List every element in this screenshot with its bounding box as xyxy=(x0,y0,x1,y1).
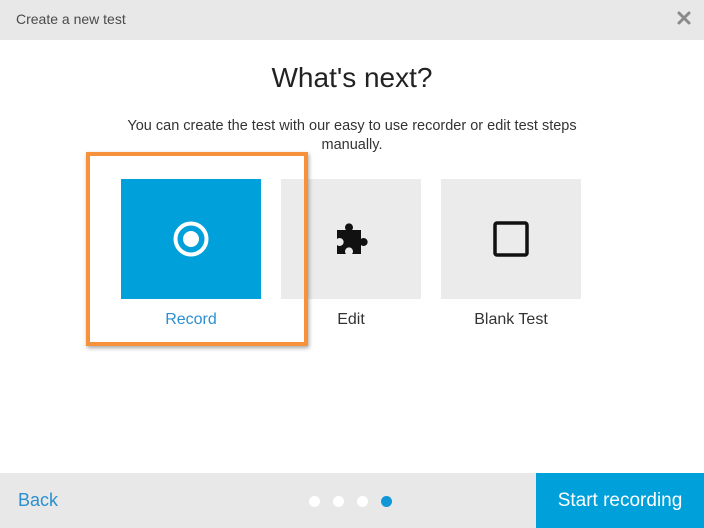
start-recording-button[interactable]: Start recording xyxy=(536,473,704,528)
option-blank-test-label: Blank Test xyxy=(474,311,548,328)
option-record-tile[interactable] xyxy=(121,179,261,299)
step-dot xyxy=(309,496,320,507)
step-dot-active xyxy=(381,496,392,507)
dialog-footer: Back Start recording xyxy=(0,473,704,528)
page-subtitle: You can create the test with our easy to… xyxy=(127,118,577,153)
option-blank-test[interactable]: Blank Test xyxy=(441,179,581,329)
option-edit-tile[interactable] xyxy=(281,179,421,299)
step-dot xyxy=(333,496,344,507)
record-icon xyxy=(173,221,209,257)
square-icon xyxy=(493,221,529,257)
option-blank-test-tile[interactable] xyxy=(441,179,581,299)
option-record-label: Record xyxy=(165,311,217,328)
dialog-titlebar: Create a new test xyxy=(0,0,704,40)
step-indicator xyxy=(309,496,392,507)
step-dot xyxy=(357,496,368,507)
option-record[interactable]: Record xyxy=(121,179,261,329)
option-edit[interactable]: Edit xyxy=(281,179,421,329)
dialog-title: Create a new test xyxy=(16,11,126,27)
close-icon[interactable] xyxy=(674,8,694,28)
page-title: What's next? xyxy=(271,62,433,93)
option-edit-label: Edit xyxy=(337,311,365,328)
puzzle-icon xyxy=(337,223,368,254)
back-button[interactable]: Back xyxy=(18,490,58,511)
